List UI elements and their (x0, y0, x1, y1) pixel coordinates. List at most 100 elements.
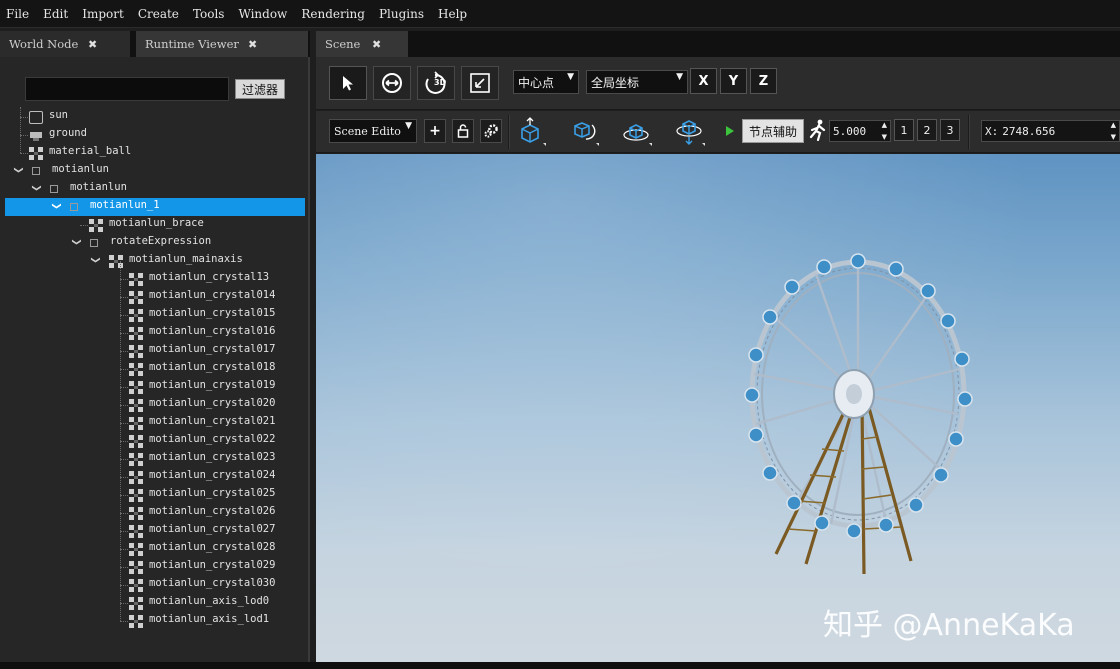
tree-item-label: motianlun_crystal021 (149, 415, 276, 427)
lock-button[interactable] (452, 119, 474, 143)
snap-scale-cube-icon[interactable] (619, 117, 653, 147)
node-icon (50, 185, 58, 193)
tree-item[interactable]: motianlun_crystal028 (5, 540, 305, 558)
tab-runtime-viewer[interactable]: Runtime Viewer ✖ (136, 31, 308, 57)
chevron-down-icon[interactable]: ❯ (30, 182, 42, 194)
filter-input[interactable] (25, 77, 229, 101)
tree-item[interactable]: motianlun_crystal018 (5, 360, 305, 378)
snap-rotate-cube-icon[interactable] (566, 117, 600, 147)
play-icon[interactable] (725, 125, 735, 137)
tree-item[interactable]: motianlun_crystal024 (5, 468, 305, 486)
tree-item[interactable]: motianlun_crystal026 (5, 504, 305, 522)
spin-up-icon[interactable]: ▲ (1111, 121, 1116, 129)
node-helper-button[interactable]: 节点辅助 (742, 119, 804, 143)
chevron-down-icon[interactable]: ❯ (70, 236, 82, 248)
menu-tools[interactable]: Tools (187, 7, 233, 21)
position-x-label: X: (985, 124, 999, 138)
preset-3-button[interactable]: 3 (940, 119, 960, 141)
mesh-icon (129, 363, 143, 376)
tab-world-node[interactable]: World Node ✖ (0, 31, 130, 57)
menu-rendering[interactable]: Rendering (295, 7, 373, 21)
menu-import[interactable]: Import (76, 7, 132, 21)
tree-item-label: motianlun_crystal019 (149, 379, 276, 391)
chevron-down-icon[interactable]: ❯ (89, 254, 101, 266)
menu-file[interactable]: File (0, 7, 37, 21)
mesh-icon (129, 543, 143, 556)
chevron-down-icon[interactable]: ❯ (12, 164, 24, 176)
tree-item-label: motianlun_crystal014 (149, 289, 276, 301)
menu-plugins[interactable]: Plugins (373, 7, 432, 21)
drop-to-ground-cube-icon[interactable] (672, 117, 706, 147)
tree-item[interactable]: motianlun_crystal016 (5, 324, 305, 342)
preset-2-button[interactable]: 2 (917, 119, 937, 141)
tree-item[interactable]: motianlun_axis_lod0 (5, 594, 305, 612)
tree-item[interactable]: ❯ motianlun_mainaxis (5, 252, 305, 270)
rotate-3d-tool-button[interactable]: 3D (417, 66, 455, 100)
mesh-icon (129, 345, 143, 358)
scene-viewport[interactable]: 知乎 @AnneKaKa (316, 154, 1120, 662)
scene-editor-toolbar: Scene Edito ▼ + 节点辅助 5.000 ▲ ▼ 1 2 3 X: … (316, 111, 1120, 153)
pivot-select[interactable]: 中心点 ▼ (513, 70, 579, 94)
tree-item[interactable]: motianlun_crystal022 (5, 432, 305, 450)
axis-x-button[interactable]: X (690, 68, 717, 94)
tree-item[interactable]: motianlun_crystal019 (5, 378, 305, 396)
tree-item[interactable]: ❯ motianlun (5, 162, 305, 180)
close-icon[interactable]: ✖ (372, 38, 381, 51)
tree-item[interactable]: motianlun_crystal029 (5, 558, 305, 576)
tree-item[interactable]: motianlun_crystal015 (5, 306, 305, 324)
tree-item-label: motianlun_axis_lod1 (149, 613, 270, 625)
preset-1-button[interactable]: 1 (894, 119, 914, 141)
tree-item[interactable]: ❯ rotateExpression (5, 234, 305, 252)
close-icon[interactable]: ✖ (248, 38, 257, 51)
tree-item-label: motianlun_mainaxis (129, 253, 243, 265)
tree-item[interactable]: material_ball (5, 144, 305, 162)
tree-item[interactable]: motianlun_brace (5, 216, 305, 234)
spin-up-icon[interactable]: ▲ (882, 121, 887, 129)
tree-item-label: motianlun (52, 163, 109, 175)
tree-item[interactable]: motianlun_crystal021 (5, 414, 305, 432)
tree-item[interactable]: ❯ motianlun_1 (5, 198, 305, 216)
toolbar-divider (968, 115, 970, 149)
select-tool-button[interactable] (329, 66, 367, 100)
speed-spinbox[interactable]: 5.000 ▲ ▼ (829, 120, 891, 142)
tree-item[interactable]: motianlun_crystal020 (5, 396, 305, 414)
tree-item[interactable]: motianlun_crystal023 (5, 450, 305, 468)
tree-item[interactable]: motianlun_axis_lod1 (5, 612, 305, 630)
close-icon[interactable]: ✖ (88, 38, 97, 51)
add-button[interactable]: + (424, 119, 446, 143)
menu-create[interactable]: Create (132, 7, 187, 21)
spin-down-icon[interactable]: ▼ (1111, 133, 1116, 141)
axis-y-button[interactable]: Y (720, 68, 747, 94)
tree-item[interactable]: motianlun_crystal017 (5, 342, 305, 360)
tree-connector-line (120, 621, 128, 622)
editor-mode-select[interactable]: Scene Edito ▼ (329, 119, 417, 143)
tree-item[interactable]: motianlun_crystal027 (5, 522, 305, 540)
tree-item[interactable]: sun (5, 108, 305, 126)
position-x-field[interactable]: X: 2748.656 ▲ ▼ (981, 120, 1120, 142)
speed-value: 5.000 (833, 124, 867, 138)
scale-tool-button[interactable] (461, 66, 499, 100)
tree-item[interactable]: ground (5, 126, 305, 144)
tree-item-label: motianlun_crystal027 (149, 523, 276, 535)
tab-scene[interactable]: Scene ✖ (316, 31, 408, 57)
chevron-down-icon[interactable]: ❯ (50, 200, 62, 212)
tree-connector-line (120, 369, 128, 370)
spin-down-icon[interactable]: ▼ (882, 133, 887, 141)
coordinate-select[interactable]: 全局坐标 ▼ (586, 70, 688, 94)
axis-z-button[interactable]: Z (750, 68, 777, 94)
move-tool-button[interactable] (373, 66, 411, 100)
tree-item[interactable]: motianlun_crystal014 (5, 288, 305, 306)
settings-button[interactable] (480, 119, 502, 143)
tree-connector-line (120, 603, 128, 604)
tree-item[interactable]: ❯ motianlun (5, 180, 305, 198)
tree-item[interactable]: motianlun_crystal030 (5, 576, 305, 594)
menu-window[interactable]: Window (232, 7, 295, 21)
tree-item[interactable]: motianlun_crystal025 (5, 486, 305, 504)
tree-item-label: rotateExpression (110, 235, 212, 247)
menu-edit[interactable]: Edit (37, 7, 76, 21)
filter-button[interactable]: 过滤器 (235, 79, 285, 99)
tab-world-node-label: World Node (9, 37, 79, 51)
tree-item[interactable]: motianlun_crystal13 (5, 270, 305, 288)
snap-move-cube-icon[interactable] (513, 117, 547, 147)
menu-help[interactable]: Help (432, 7, 475, 21)
